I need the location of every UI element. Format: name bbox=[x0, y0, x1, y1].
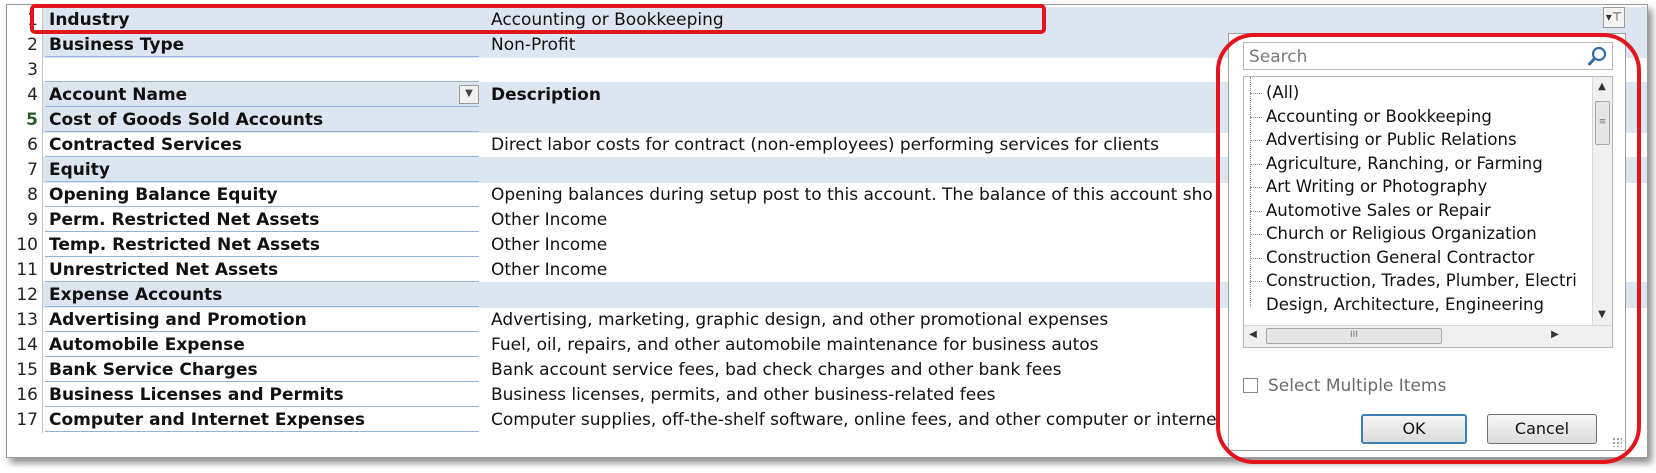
filter-list-item[interactable]: Agriculture, Ranching, or Farming bbox=[1266, 152, 1543, 176]
horizontal-scrollbar[interactable]: ◀ III ▶ bbox=[1244, 325, 1612, 347]
cell-description[interactable]: Fuel, oil, repairs, and other automobile… bbox=[491, 332, 1099, 358]
scroll-right-icon[interactable]: ▶ bbox=[1546, 329, 1564, 340]
cell-account-name[interactable]: Business Licenses and Permits bbox=[45, 382, 479, 407]
cell-description[interactable]: Bank account service fees, bad check cha… bbox=[491, 357, 1062, 383]
filter-list-item[interactable]: (All) bbox=[1266, 81, 1299, 105]
cell-account-name[interactable]: Unrestricted Net Assets bbox=[45, 257, 479, 282]
row-number[interactable]: 7 bbox=[7, 157, 43, 183]
row-number[interactable]: 5 bbox=[7, 107, 43, 133]
cell-description[interactable]: Other Income bbox=[491, 207, 607, 233]
cell-account-name[interactable]: Computer and Internet Expenses bbox=[45, 407, 479, 432]
cell-description[interactable]: Other Income bbox=[491, 232, 607, 258]
row-number[interactable]: 17 bbox=[7, 407, 43, 433]
vertical-scroll-thumb[interactable]: ≡ bbox=[1595, 101, 1610, 145]
filter-icon: ▾⊤ bbox=[1605, 10, 1623, 24]
cell-account-name[interactable]: Equity bbox=[45, 157, 479, 182]
row-number[interactable]: 3 bbox=[7, 57, 43, 83]
tree-connector bbox=[1250, 116, 1262, 118]
cell-account-name[interactable]: Opening Balance Equity bbox=[45, 182, 479, 207]
cell-account-name[interactable]: Temp. Restricted Net Assets bbox=[45, 232, 479, 257]
vertical-scrollbar[interactable]: ▲ ≡ ▼ bbox=[1592, 77, 1612, 325]
cell-account-name[interactable]: Business Type bbox=[45, 32, 479, 57]
tree-connector bbox=[1250, 281, 1262, 282]
resize-grip-icon[interactable] bbox=[1612, 437, 1622, 447]
row-number[interactable]: 16 bbox=[7, 382, 43, 408]
tree-connector bbox=[1250, 210, 1262, 212]
tree-line bbox=[1250, 77, 1251, 307]
filter-list-item[interactable]: Construction General Contractor bbox=[1266, 246, 1534, 270]
row-number[interactable]: 10 bbox=[7, 232, 43, 258]
cancel-button[interactable]: Cancel bbox=[1487, 414, 1597, 444]
cell-account-name[interactable]: Bank Service Charges bbox=[45, 357, 479, 382]
filter-list-item[interactable]: Construction, Trades, Plumber, Electri bbox=[1266, 269, 1577, 293]
tree-connector bbox=[1250, 234, 1262, 235]
cell-description[interactable]: Advertising, marketing, graphic design, … bbox=[491, 307, 1108, 333]
ok-button[interactable]: OK bbox=[1361, 414, 1467, 444]
cell-description[interactable]: Non-Profit bbox=[491, 32, 575, 58]
tree-connector bbox=[1250, 93, 1262, 94]
cell-description[interactable]: Computer supplies, off-the-shelf softwar… bbox=[491, 407, 1217, 433]
account-name-filter-dropdown[interactable]: ▼ bbox=[459, 85, 479, 104]
row-number[interactable]: 8 bbox=[7, 182, 43, 208]
filter-list-item-partial[interactable]: Design, Architecture, Engineering bbox=[1266, 293, 1544, 317]
scroll-down-icon[interactable]: ▼ bbox=[1593, 309, 1611, 320]
cell-account-name[interactable]: Contracted Services bbox=[45, 132, 479, 157]
cell-account-name[interactable]: Expense Accounts bbox=[45, 282, 479, 307]
filter-dropdown-button[interactable]: ▾⊤ bbox=[1603, 7, 1625, 28]
select-multiple-items[interactable]: Select Multiple Items bbox=[1243, 374, 1446, 398]
filter-panel: ▲ ≡ ▼ Design, Architecture, Engineering … bbox=[1228, 33, 1626, 451]
filter-list-item[interactable]: Advertising or Public Relations bbox=[1266, 128, 1517, 152]
cell-account-name[interactable] bbox=[45, 57, 479, 82]
horizontal-scroll-thumb[interactable]: III bbox=[1266, 328, 1442, 344]
row-number[interactable]: 14 bbox=[7, 332, 43, 358]
cell-account-name[interactable]: Automobile Expense bbox=[45, 332, 479, 357]
cell-description[interactable]: Business licenses, permits, and other bu… bbox=[491, 382, 996, 408]
row-number[interactable]: 6 bbox=[7, 132, 43, 158]
select-multiple-checkbox[interactable] bbox=[1243, 378, 1258, 393]
scroll-up-icon[interactable]: ▲ bbox=[1593, 81, 1611, 92]
cell-account-name[interactable]: Advertising and Promotion bbox=[45, 307, 479, 332]
select-multiple-label: Select Multiple Items bbox=[1268, 376, 1447, 396]
cell-description[interactable]: Opening balances during setup post to th… bbox=[491, 182, 1213, 208]
row-number[interactable]: 2 bbox=[7, 32, 43, 58]
search-icon[interactable] bbox=[1588, 46, 1608, 66]
cell-account-name[interactable]: Cost of Goods Sold Accounts bbox=[45, 107, 479, 132]
tree-connector bbox=[1250, 163, 1262, 165]
tree-connector bbox=[1250, 140, 1262, 141]
industry-row-highlight bbox=[30, 4, 1046, 34]
scroll-left-icon[interactable]: ◀ bbox=[1244, 329, 1262, 340]
row-number[interactable]: 13 bbox=[7, 307, 43, 333]
cell-description[interactable]: Other Income bbox=[491, 257, 607, 283]
filter-list-item[interactable]: Accounting or Bookkeeping bbox=[1266, 105, 1492, 129]
row-number[interactable]: 11 bbox=[7, 257, 43, 283]
cell-account-name[interactable]: Account Name bbox=[45, 82, 479, 107]
row-number[interactable]: 12 bbox=[7, 282, 43, 308]
filter-list-item[interactable]: Art Writing or Photography bbox=[1266, 175, 1487, 199]
cell-description[interactable]: Description bbox=[491, 82, 601, 108]
row-number[interactable]: 15 bbox=[7, 357, 43, 383]
search-input[interactable] bbox=[1247, 44, 1581, 70]
filter-list[interactable]: ▲ ≡ ▼ Design, Architecture, Engineering … bbox=[1243, 76, 1613, 348]
filter-list-item[interactable]: Church or Religious Organization bbox=[1266, 222, 1537, 246]
row-number[interactable]: 9 bbox=[7, 207, 43, 233]
row-number[interactable]: 4 bbox=[7, 82, 43, 108]
filter-list-item[interactable]: Automotive Sales or Repair bbox=[1266, 199, 1491, 223]
tree-connector bbox=[1250, 187, 1262, 188]
search-box[interactable] bbox=[1243, 42, 1613, 70]
tree-connector bbox=[1250, 257, 1262, 259]
cell-account-name[interactable]: Perm. Restricted Net Assets bbox=[45, 207, 479, 232]
cell-description[interactable]: Direct labor costs for contract (non-emp… bbox=[491, 132, 1159, 158]
